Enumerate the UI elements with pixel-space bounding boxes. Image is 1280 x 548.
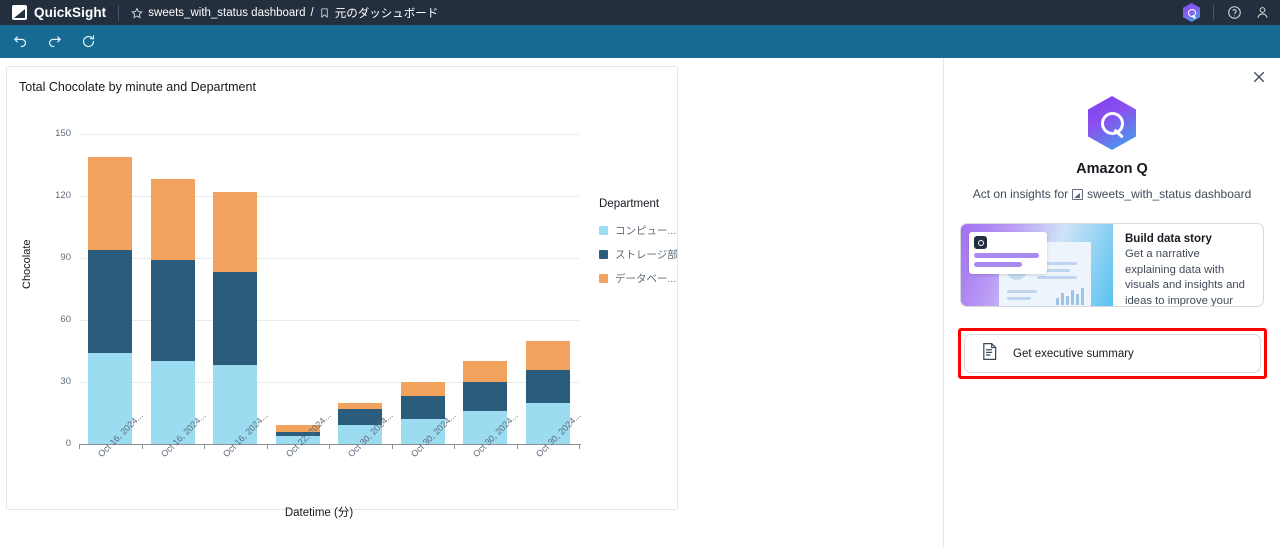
- bar-segment[interactable]: [463, 361, 508, 382]
- document-icon: [979, 341, 1000, 367]
- quicksight-logo-icon: [12, 5, 27, 20]
- get-executive-summary-label: Get executive summary: [1013, 347, 1134, 360]
- amazon-q-hero: Amazon Q Act on insights for sweets_with…: [944, 58, 1280, 201]
- bar-segment[interactable]: [150, 179, 195, 261]
- legend-title: Department: [599, 198, 660, 210]
- header-actions: [1183, 0, 1270, 25]
- subtitle-dashboard: sweets_with_status dashboard: [1087, 187, 1252, 201]
- bar-segment[interactable]: [88, 249, 133, 354]
- header-actions-divider: [1213, 5, 1214, 20]
- y-axis-tick-label: 120: [55, 190, 71, 201]
- redo-icon[interactable]: [44, 32, 64, 52]
- bar-segment[interactable]: [213, 191, 258, 273]
- breadcrumb-sheet[interactable]: 元のダッシュボード: [335, 5, 439, 21]
- legend-item[interactable]: ストレージ部: [599, 247, 678, 262]
- x-axis-tick: [266, 444, 268, 449]
- reset-icon[interactable]: [78, 32, 98, 52]
- legend-swatch: [599, 250, 608, 259]
- bar-stack[interactable]: [150, 134, 195, 444]
- bar-stack[interactable]: [338, 134, 383, 444]
- chart-visual[interactable]: Total Chocolate by minute and Department…: [6, 66, 679, 519]
- brand-logo-group[interactable]: QuickSight: [0, 5, 106, 20]
- chart-legend: Department コンピュー... ストレージ部 データベー...: [599, 198, 678, 295]
- bar-stack[interactable]: [525, 134, 570, 444]
- bar-stack[interactable]: [275, 134, 320, 444]
- y-axis-tick-label: 0: [65, 438, 71, 449]
- breadcrumb-dashboard[interactable]: sweets_with_status dashboard: [148, 7, 305, 19]
- amazon-q-icon[interactable]: [1183, 3, 1200, 22]
- get-executive-summary-card[interactable]: Get executive summary: [964, 334, 1261, 373]
- bars-container: [79, 134, 579, 445]
- x-axis-tick: [141, 444, 143, 449]
- dashboard-stage: Total Chocolate by minute and Department…: [0, 58, 1280, 548]
- bar-segment[interactable]: [525, 369, 570, 403]
- build-data-story-card[interactable]: Build data story Get a narrative explain…: [960, 223, 1264, 307]
- legend-item-label: コンピュー...: [615, 225, 677, 237]
- chart-title: Total Chocolate by minute and Department: [19, 80, 256, 94]
- y-axis-tick-label: 150: [55, 128, 71, 139]
- chart-plot-area: Chocolate Datetime (分) Department コンピュー.…: [7, 94, 679, 519]
- build-data-story-heading: Build data story: [1125, 233, 1212, 245]
- legend-swatch: [599, 274, 608, 283]
- bar-segment[interactable]: [400, 396, 445, 420]
- breadcrumb-separator: /: [310, 6, 314, 19]
- brand-name: QuickSight: [34, 5, 107, 20]
- amazon-q-logo-icon: [1088, 96, 1136, 150]
- subtitle-prefix: Act on insights for: [972, 187, 1069, 201]
- bar-stack[interactable]: [88, 134, 133, 444]
- bar-segment[interactable]: [213, 272, 258, 366]
- x-axis-tick: [329, 444, 330, 449]
- amazon-q-title: Amazon Q: [1076, 161, 1148, 177]
- y-axis-title: Chocolate: [21, 239, 33, 289]
- x-axis-tick: [391, 444, 393, 449]
- y-axis-tick-label: 90: [60, 252, 71, 263]
- build-data-story-description: Get a narrative explaining data with vis…: [1125, 248, 1245, 307]
- breadcrumb: sweets_with_status dashboard / 元のダッシュボード: [131, 5, 438, 21]
- x-axis-tick: [454, 444, 455, 449]
- star-icon[interactable]: [131, 6, 144, 19]
- amazon-q-subtitle: Act on insights for sweets_with_status d…: [944, 187, 1280, 201]
- bookmark-icon: [319, 7, 330, 19]
- undo-icon[interactable]: [10, 32, 30, 52]
- header-divider: [118, 4, 120, 21]
- bar-segment[interactable]: [338, 402, 383, 409]
- y-axis-tick-label: 60: [60, 314, 71, 325]
- legend-item[interactable]: データベー...: [599, 271, 678, 286]
- bar-segment[interactable]: [400, 382, 445, 397]
- bar-segment[interactable]: [525, 340, 570, 370]
- amazon-q-panel: Amazon Q Act on insights for sweets_with…: [943, 58, 1280, 548]
- top-header: QuickSight sweets_with_status dashboard …: [0, 0, 1280, 25]
- bar-stack[interactable]: [463, 134, 508, 444]
- bar-stack[interactable]: [213, 134, 258, 444]
- legend-item-label: データベー...: [615, 273, 677, 285]
- bar-segment[interactable]: [88, 156, 133, 250]
- editor-toolbar: [0, 25, 1280, 58]
- x-axis-tick: [516, 444, 518, 449]
- bar-segment[interactable]: [150, 260, 195, 362]
- help-icon[interactable]: [1227, 5, 1242, 20]
- data-story-thumbnail-icon: [961, 224, 1113, 306]
- bar-segment[interactable]: [463, 382, 508, 411]
- x-axis-tick: [579, 444, 580, 449]
- user-icon[interactable]: [1255, 5, 1270, 20]
- y-axis-tick-label: 30: [60, 376, 71, 387]
- dashboard-icon: [1072, 188, 1084, 200]
- x-axis-line: [79, 444, 581, 445]
- x-axis-tick: [79, 444, 80, 449]
- x-axis-title: Datetime (分): [284, 507, 354, 519]
- legend-item-label: ストレージ部: [615, 249, 678, 261]
- x-axis-tick: [204, 444, 205, 449]
- legend-item[interactable]: コンピュー...: [599, 223, 678, 238]
- legend-swatch: [599, 226, 608, 235]
- close-icon[interactable]: [1249, 67, 1269, 87]
- bar-stack[interactable]: [400, 134, 445, 444]
- build-data-story-text: Build data story Get a narrative explain…: [1113, 224, 1263, 306]
